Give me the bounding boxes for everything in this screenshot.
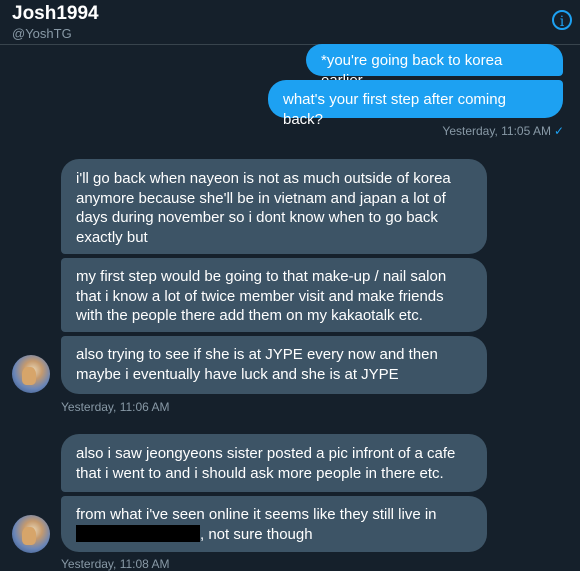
received-message-meta: Yesterday, 11:08 AM	[61, 557, 170, 571]
received-message-text: i'll go back when nayeon is not as much …	[76, 170, 451, 246]
received-message-text: also i saw jeongyeons sister posted a pi…	[76, 445, 456, 482]
sent-message-meta: Yesterday, 11:05 AM ✓	[442, 124, 564, 138]
contact-avatar[interactable]	[12, 355, 50, 393]
conversation-header: Josh1994 @YoshTG i	[0, 0, 580, 45]
received-message-text: , not sure though	[200, 525, 313, 543]
contact-display-name[interactable]: Josh1994	[12, 3, 99, 25]
received-message-4[interactable]: also i saw jeongyeons sister posted a pi…	[61, 434, 487, 492]
received-message-1[interactable]: i'll go back when nayeon is not as much …	[61, 159, 487, 254]
received-message-meta: Yesterday, 11:06 AM	[61, 400, 170, 414]
received-message-text: my first step would be going to that mak…	[76, 268, 447, 324]
sent-message-2[interactable]: what's your first step after coming back…	[268, 80, 563, 128]
checkmark-icon: ✓	[553, 124, 564, 138]
redacted-block	[76, 524, 200, 542]
info-icon[interactable]: i	[552, 10, 572, 30]
contact-avatar[interactable]	[12, 515, 50, 553]
received-message-3[interactable]: also trying to see if she is at JYPE eve…	[61, 336, 487, 394]
received-message-text: from what i've seen online it seems like…	[76, 506, 437, 523]
received-message-text: also trying to see if she is at JYPE eve…	[76, 346, 438, 383]
received-message-5[interactable]: from what i've seen online it seems like…	[61, 496, 487, 552]
message-timestamp: Yesterday, 11:05 AM	[442, 124, 551, 138]
received-message-2[interactable]: my first step would be going to that mak…	[61, 258, 487, 332]
sent-message-1[interactable]: *you're going back to korea earlier	[306, 44, 563, 89]
contact-handle: @YoshTG	[12, 26, 72, 41]
sent-message-text: what's your first step after coming back…	[283, 91, 506, 128]
